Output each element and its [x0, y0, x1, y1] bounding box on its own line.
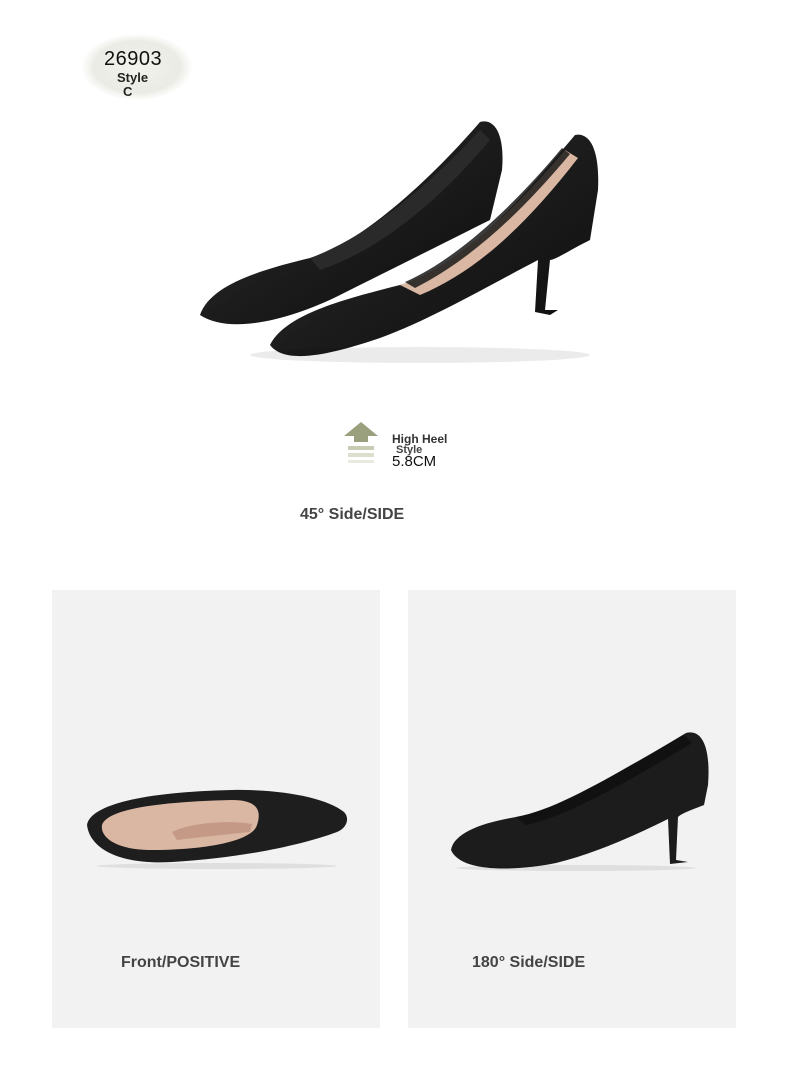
product-code: 26903	[104, 48, 163, 70]
side-180-view-shoe-image	[451, 732, 709, 871]
style-label: Style	[117, 70, 149, 85]
style-badge: 26903 Style C	[82, 34, 192, 100]
hero-shoe-pair-image	[200, 121, 599, 363]
heel-height-info: High Heel Style 5.8CM	[342, 420, 522, 476]
heel-height-value: 5.8CM	[392, 453, 437, 470]
heel-height-arrow-icon	[344, 422, 378, 463]
front-view-shoe-image	[87, 789, 348, 869]
front-view-panel: Front/POSITIVE	[52, 590, 380, 1028]
view-label-45-side: 45° Side/SIDE	[300, 506, 405, 523]
side-180-view-panel: 180° Side/SIDE	[408, 590, 736, 1028]
style-variant: C	[123, 84, 133, 99]
view-label-180-side: 180° Side/SIDE	[472, 954, 586, 971]
view-label-front: Front/POSITIVE	[121, 954, 241, 971]
